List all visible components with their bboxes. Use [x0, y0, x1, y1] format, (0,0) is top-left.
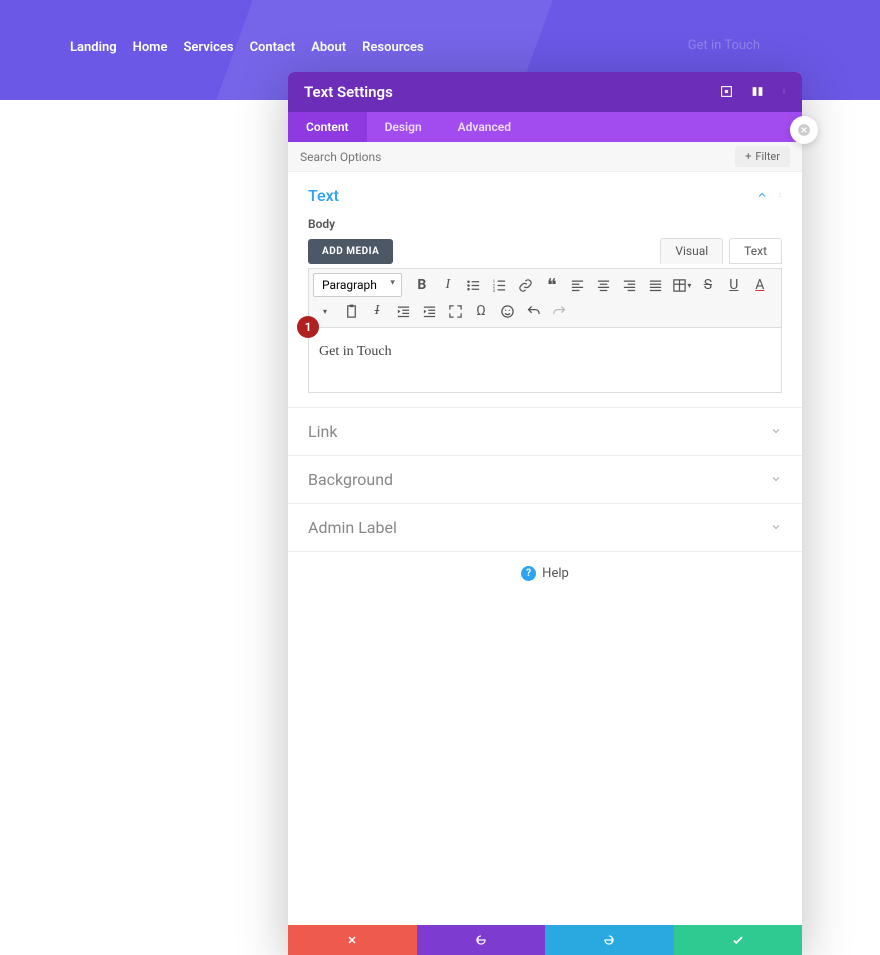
modal-title: Text Settings	[304, 83, 393, 101]
italic-icon[interactable]: I	[436, 273, 460, 297]
step-badge: 1	[297, 316, 319, 338]
expand-icon[interactable]	[720, 83, 733, 102]
close-icon[interactable]	[790, 116, 818, 144]
tab-content[interactable]: Content	[288, 112, 367, 142]
editor-body[interactable]: 1 Get in Touch	[308, 327, 782, 393]
section-text: Text Body ADD MEDIA Visual Text Paragrap…	[288, 172, 802, 408]
table-icon[interactable]: ▾	[670, 273, 694, 297]
indent-icon[interactable]	[417, 299, 441, 323]
section-background-title: Background	[308, 470, 393, 489]
nav-about[interactable]: About	[311, 40, 346, 55]
undo-icon[interactable]	[521, 299, 545, 323]
chevron-down-icon	[770, 470, 782, 489]
bullet-list-icon[interactable]	[462, 273, 486, 297]
settings-modal: Text Settings Content Design Advanced +F…	[288, 72, 802, 955]
underline-icon[interactable]: U	[722, 273, 746, 297]
emoji-icon[interactable]	[495, 299, 519, 323]
modal-spacer	[288, 595, 802, 925]
link-icon[interactable]	[514, 273, 538, 297]
modal-header: Text Settings	[288, 72, 802, 112]
nav-landing[interactable]: Landing	[70, 40, 117, 55]
bold-icon[interactable]: B	[410, 273, 434, 297]
fullscreen-icon[interactable]	[443, 299, 467, 323]
help-row[interactable]: ? Help	[288, 552, 802, 595]
section-background[interactable]: Background	[288, 456, 802, 504]
settings-tabs: Content Design Advanced	[288, 112, 802, 142]
editor-toolbar: Paragraph B I 123 ❝ ▾ S U A ▾ I Ω	[308, 268, 782, 327]
plus-icon: +	[745, 150, 751, 163]
align-center-icon[interactable]	[592, 273, 616, 297]
modal-footer	[288, 925, 802, 955]
add-media-button[interactable]: ADD MEDIA	[308, 239, 393, 264]
section-text-title: Text	[308, 186, 339, 205]
nav-contact[interactable]: Contact	[250, 40, 296, 55]
align-left-icon[interactable]	[566, 273, 590, 297]
editor-tab-visual[interactable]: Visual	[660, 238, 723, 264]
search-input[interactable]	[300, 150, 545, 164]
search-bar: +Filter	[288, 142, 802, 172]
strike-icon[interactable]: S	[696, 273, 720, 297]
number-list-icon[interactable]: 123	[488, 273, 512, 297]
align-right-icon[interactable]	[618, 273, 642, 297]
tab-advanced[interactable]: Advanced	[440, 112, 529, 142]
svg-text:3: 3	[493, 288, 496, 292]
paragraph-select[interactable]: Paragraph	[313, 273, 402, 297]
ghost-cta: Get in Touch	[688, 38, 760, 53]
paste-icon[interactable]	[339, 299, 363, 323]
quote-icon[interactable]: ❝	[540, 273, 564, 297]
clear-format-icon[interactable]: I	[365, 299, 389, 323]
top-nav: Landing Home Services Contact About Reso…	[70, 40, 424, 55]
align-justify-icon[interactable]	[644, 273, 668, 297]
section-link[interactable]: Link	[288, 408, 802, 456]
help-label: Help	[542, 566, 569, 581]
columns-icon[interactable]	[751, 83, 764, 102]
save-button[interactable]	[674, 925, 803, 955]
chevron-down-icon	[770, 518, 782, 537]
chevron-up-icon	[756, 186, 768, 205]
chevron-down-icon	[770, 422, 782, 441]
section-admin-label[interactable]: Admin Label	[288, 504, 802, 552]
filter-button[interactable]: +Filter	[735, 146, 790, 167]
redo-icon[interactable]	[547, 299, 571, 323]
omega-icon[interactable]: Ω	[469, 299, 493, 323]
body-label: Body	[308, 217, 782, 231]
textcolor-icon[interactable]: A	[748, 273, 772, 297]
outdent-icon[interactable]	[391, 299, 415, 323]
help-icon: ?	[521, 566, 536, 581]
nav-resources[interactable]: Resources	[362, 40, 424, 55]
section-admin-title: Admin Label	[308, 518, 397, 537]
tab-design[interactable]: Design	[367, 112, 440, 142]
section-menu-icon[interactable]	[778, 186, 782, 205]
redo-button[interactable]	[545, 925, 674, 955]
undo-button[interactable]	[417, 925, 546, 955]
menu-icon[interactable]	[782, 83, 786, 102]
editor-tab-text[interactable]: Text	[729, 238, 782, 264]
cancel-button[interactable]	[288, 925, 417, 955]
editor-content: Get in Touch	[319, 344, 392, 359]
nav-home[interactable]: Home	[133, 40, 168, 55]
nav-services[interactable]: Services	[183, 40, 233, 55]
section-text-header[interactable]: Text	[308, 186, 782, 205]
section-link-title: Link	[308, 422, 337, 441]
